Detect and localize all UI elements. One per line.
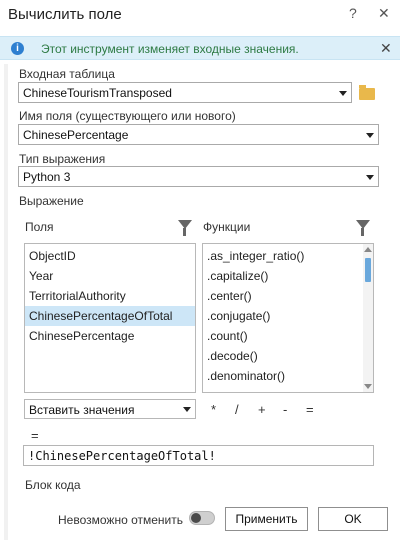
expression-input[interactable]: !ChinesePercentageOfTotal! xyxy=(23,445,374,466)
window-title: Вычислить поле xyxy=(8,6,122,23)
input-table-value: ChineseTourismTransposed xyxy=(23,86,172,100)
chevron-down-icon xyxy=(183,407,191,412)
expression-type-value: Python 3 xyxy=(23,170,71,184)
info-banner: i Этот инструмент изменяет входные значе… xyxy=(0,36,400,60)
code-block-label[interactable]: Блок кода xyxy=(25,478,81,492)
input-table-combobox[interactable]: ChineseTourismTransposed xyxy=(18,82,352,103)
list-item[interactable]: .as_integer_ratio() xyxy=(203,246,373,266)
fields-filter-icon[interactable] xyxy=(178,220,192,236)
functions-list[interactable]: .as_integer_ratio() .capitalize() .cente… xyxy=(202,243,374,393)
close-icon[interactable]: ✕ xyxy=(378,5,390,22)
list-item[interactable]: .conjugate() xyxy=(203,306,373,326)
browse-folder-icon[interactable] xyxy=(359,85,375,100)
chevron-down-icon xyxy=(339,91,347,96)
list-item[interactable]: ChinesePercentage xyxy=(25,326,195,346)
expression-value: !ChinesePercentageOfTotal! xyxy=(28,449,216,463)
toggle-knob xyxy=(191,513,201,523)
list-item[interactable]: .count() xyxy=(203,326,373,346)
undo-toggle[interactable] xyxy=(189,511,215,525)
expression-type-combobox[interactable]: Python 3 xyxy=(18,166,379,187)
chevron-down-icon xyxy=(366,175,374,180)
list-item[interactable]: .denominator() xyxy=(203,366,373,386)
list-item[interactable]: TerritorialAuthority xyxy=(25,286,195,306)
chevron-down-icon xyxy=(366,133,374,138)
insert-values-dropdown[interactable]: Вставить значения xyxy=(24,399,196,419)
info-icon: i xyxy=(11,42,24,55)
multiply-operator-button[interactable]: * xyxy=(211,402,216,417)
ok-button[interactable]: OK xyxy=(318,507,388,531)
list-item[interactable]: .center() xyxy=(203,286,373,306)
input-table-label: Входная таблица xyxy=(19,67,115,81)
list-item[interactable]: .decode() xyxy=(203,346,373,366)
scroll-up-icon[interactable] xyxy=(364,247,372,252)
assign-label: = xyxy=(31,428,39,443)
functions-filter-icon[interactable] xyxy=(356,220,370,236)
help-icon[interactable]: ? xyxy=(349,5,357,21)
info-message: Этот инструмент изменяет входные значени… xyxy=(41,42,299,56)
divide-operator-button[interactable]: / xyxy=(235,402,239,417)
expression-type-label: Тип выражения xyxy=(19,152,106,166)
functions-label: Функции xyxy=(203,220,251,234)
add-operator-button[interactable]: + xyxy=(258,402,266,417)
dismiss-info-icon[interactable]: ✕ xyxy=(380,40,392,57)
undo-label: Невозможно отменить xyxy=(58,513,183,527)
insert-values-label: Вставить значения xyxy=(29,403,135,417)
scroll-thumb[interactable] xyxy=(365,258,371,282)
expression-section-title: Выражение xyxy=(19,194,84,208)
title-bar: Вычислить поле ? ✕ xyxy=(0,0,400,30)
field-name-value: ChinesePercentage xyxy=(23,128,129,142)
functions-scrollbar[interactable] xyxy=(363,244,373,392)
list-item[interactable]: ChinesePercentageOfTotal xyxy=(25,306,195,326)
fields-label: Поля xyxy=(25,220,54,234)
fields-list[interactable]: ObjectID Year TerritorialAuthority Chine… xyxy=(24,243,196,393)
field-name-combobox[interactable]: ChinesePercentage xyxy=(18,124,379,145)
list-item[interactable]: ObjectID xyxy=(25,246,195,266)
list-item[interactable]: Year xyxy=(25,266,195,286)
apply-button[interactable]: Применить xyxy=(225,507,308,531)
equals-operator-button[interactable]: = xyxy=(306,402,314,417)
subtract-operator-button[interactable]: - xyxy=(283,402,287,417)
list-item[interactable]: .capitalize() xyxy=(203,266,373,286)
scroll-down-icon[interactable] xyxy=(364,384,372,389)
field-name-label: Имя поля (существующего или нового) xyxy=(19,109,236,123)
